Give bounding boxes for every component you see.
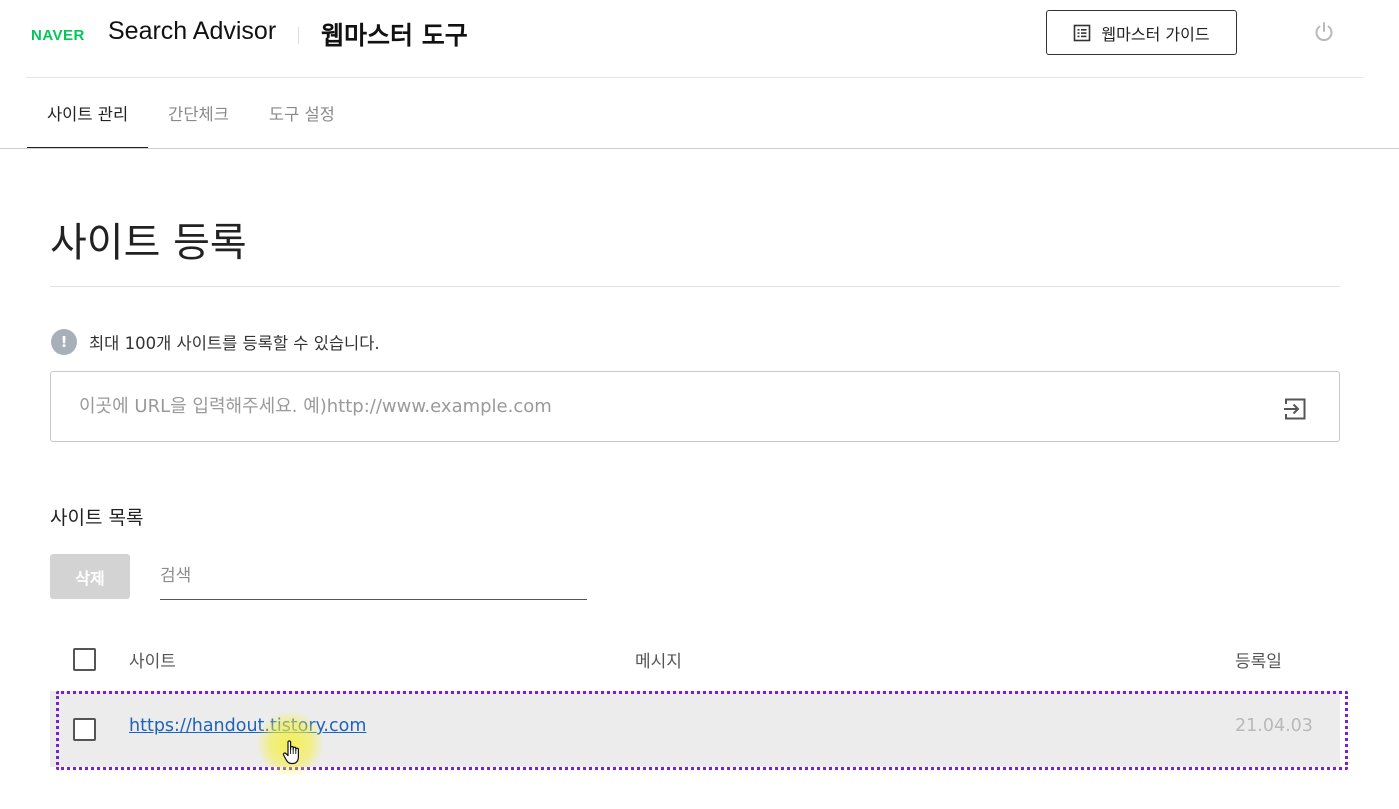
notice-text: 최대 100개 사이트를 등록할 수 있습니다. [89,334,380,353]
site-list-title: 사이트 목록 [50,507,144,529]
power-icon[interactable] [1312,20,1336,44]
search-field [160,557,587,600]
column-date: 등록일 [1235,652,1282,672]
tab-simple-check[interactable]: 간단체크 [148,78,249,148]
site-url-link[interactable]: https://handout.tistory.com [129,716,366,736]
url-input[interactable] [79,392,1259,420]
tabs-divider [0,148,1399,149]
section-title[interactable]: 웹마스터 도구 [321,16,468,52]
enter-icon[interactable] [1282,396,1308,422]
document-list-icon [1074,24,1091,41]
search-input[interactable] [160,557,587,595]
table-header: 사이트 메시지 등록일 [50,630,1340,686]
guide-button-label: 웹마스터 가이드 [1101,24,1210,44]
tab-site-management[interactable]: 사이트 관리 [27,78,149,149]
row-checkbox[interactable] [73,718,96,741]
info-icon: ! [51,329,77,355]
page-title: 사이트 등록 [50,220,247,266]
notice: ! 최대 100개 사이트를 등록할 수 있습니다. [51,329,380,355]
header: NAVER Search Advisor 웹마스터 도구 웹마스터 가이드 [0,0,1399,78]
product-name[interactable]: Search Advisor [108,17,276,46]
url-input-box [50,371,1340,442]
column-message: 메시지 [635,652,682,672]
tab-tool-settings[interactable]: 도구 설정 [249,78,355,148]
select-all-checkbox[interactable] [73,648,96,671]
main-tabs: 사이트 관리 간단체크 도구 설정 [27,78,355,149]
registration-date: 21.04.03 [1235,716,1313,736]
delete-button[interactable]: 삭제 [50,554,130,599]
webmaster-guide-button[interactable]: 웹마스터 가이드 [1046,10,1237,55]
column-site: 사이트 [129,652,176,672]
brand-divider [298,27,299,44]
naver-logo[interactable]: NAVER [31,27,85,44]
table-row[interactable]: https://handout.tistory.com 21.04.03 [50,691,1340,767]
title-divider [50,286,1340,287]
